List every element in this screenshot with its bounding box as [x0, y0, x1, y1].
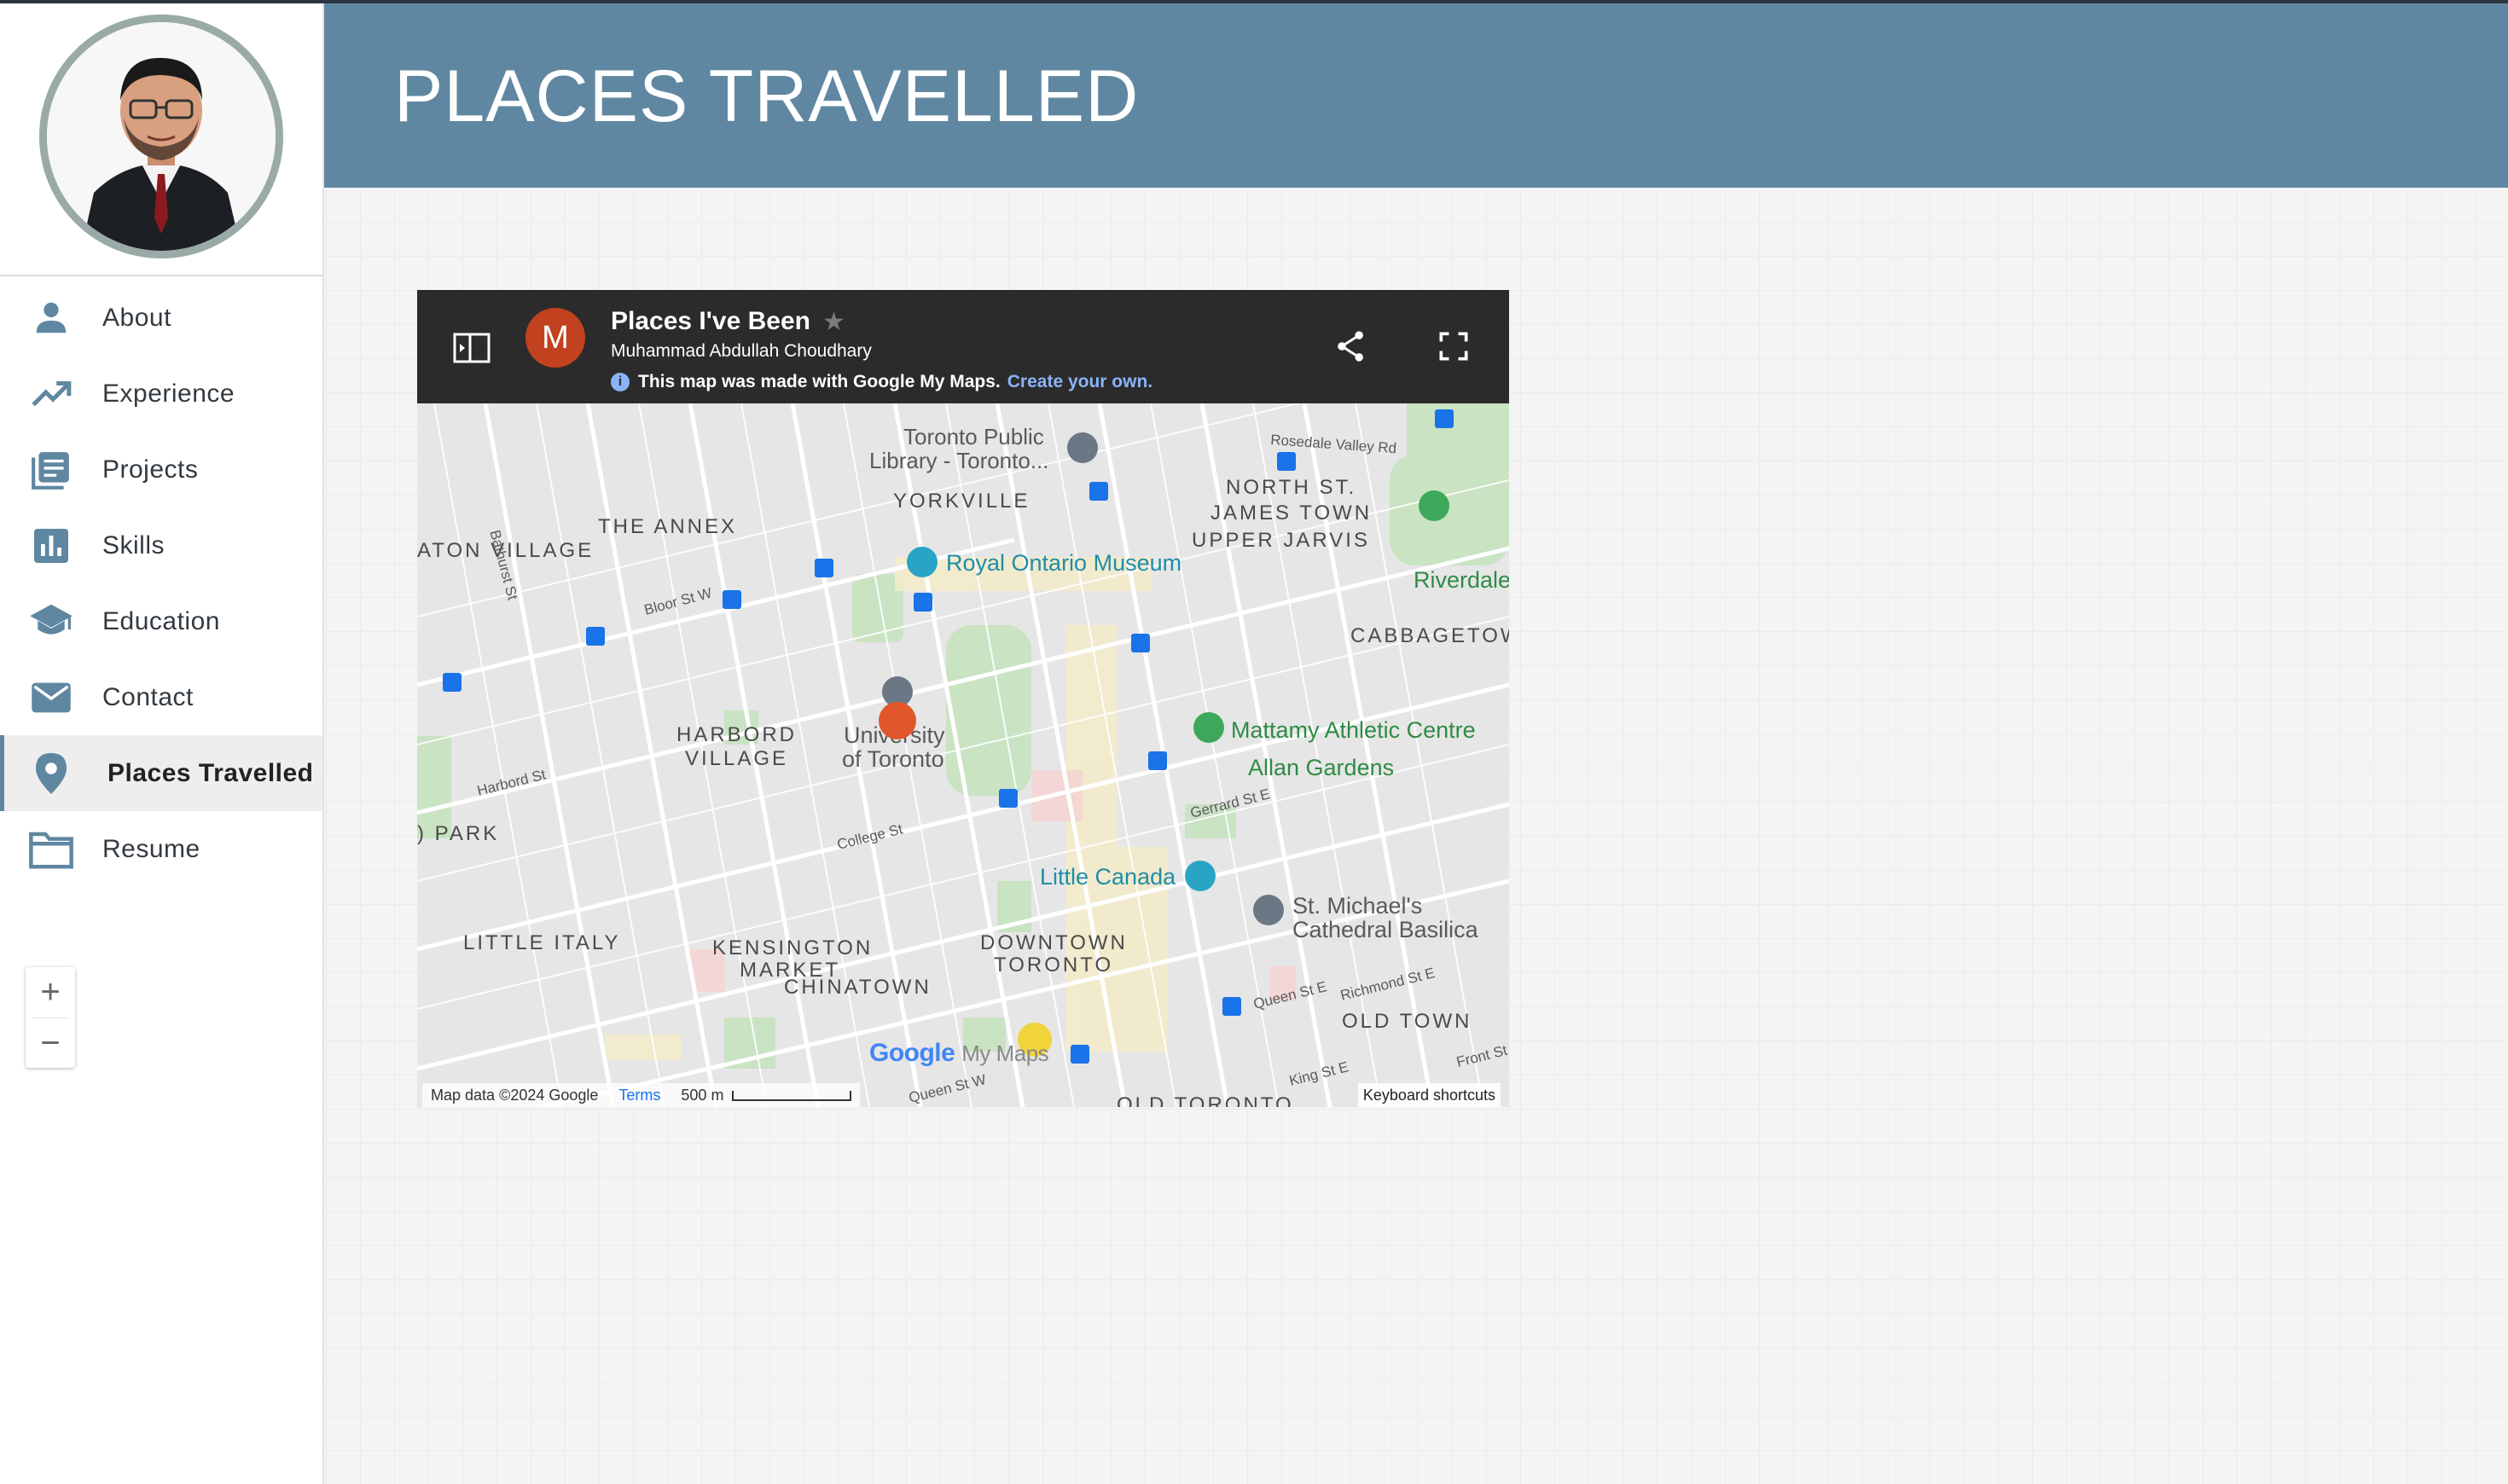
google-my-maps-embed[interactable]: M Places I've Been ★ Muhammad Abdullah C…: [417, 290, 1509, 1107]
graduation-cap-icon: [27, 598, 75, 646]
fullscreen-icon[interactable]: [1435, 328, 1472, 365]
map-info-text: This map was made with Google My Maps.: [638, 372, 1001, 391]
svg-text:Toronto Public: Toronto Public: [903, 424, 1044, 449]
page-header: PLACES TRAVELLED: [324, 3, 2508, 188]
page-title: PLACES TRAVELLED: [394, 55, 1140, 137]
svg-text:Mattamy Athletic Centre: Mattamy Athletic Centre: [1231, 717, 1476, 743]
svg-text:Allan Gardens: Allan Gardens: [1248, 755, 1394, 780]
sidebar-item-contact[interactable]: Contact: [0, 659, 322, 735]
map-info-line: i This map was made with Google My Maps.…: [611, 372, 1152, 392]
svg-text:CHINATOWN: CHINATOWN: [784, 976, 932, 999]
svg-text:UPPER JARVIS: UPPER JARVIS: [1192, 529, 1370, 552]
zoom-in-button[interactable]: +: [26, 967, 75, 1017]
mail-icon: [27, 674, 75, 722]
star-icon[interactable]: ★: [822, 307, 845, 337]
sidebar-item-projects[interactable]: Projects: [0, 432, 322, 507]
profile-photo: [47, 22, 276, 251]
sidebar-item-label: Experience: [102, 379, 235, 408]
svg-text:NORTH ST.: NORTH ST.: [1226, 476, 1356, 499]
profile-section: [0, 3, 322, 276]
zoom-control: + −: [26, 967, 75, 1068]
svg-text:THE ANNEX: THE ANNEX: [598, 515, 737, 538]
google-my-maps-logo: Google My Maps: [869, 1039, 1049, 1068]
zoom-out-button[interactable]: −: [26, 1018, 75, 1069]
svg-text:DOWNTOWN: DOWNTOWN: [980, 931, 1128, 954]
map-attribution: Map data ©2024 Google Terms 500 m: [422, 1083, 861, 1107]
svg-text:of Toronto: of Toronto: [842, 746, 944, 772]
sidebar-item-education[interactable]: Education: [0, 583, 322, 659]
svg-text:LITTLE ITALY: LITTLE ITALY: [463, 931, 621, 954]
map-owner-avatar: M: [525, 308, 585, 368]
sidebar-item-experience[interactable]: Experience: [0, 356, 322, 432]
svg-text:Library - Toronto...: Library - Toronto...: [869, 448, 1049, 473]
sidebar-nav: About Experience Projects Skills Educati…: [0, 276, 322, 887]
svg-text:HARBORD: HARBORD: [676, 723, 797, 746]
scale-text: 500 m: [681, 1086, 724, 1104]
bar-chart-icon: [27, 522, 75, 570]
map-author: Muhammad Abdullah Choudhary: [611, 341, 872, 361]
svg-text:KENSINGTON: KENSINGTON: [712, 936, 873, 959]
svg-text:Little Canada: Little Canada: [1040, 864, 1176, 890]
svg-text:YORKVILLE: YORKVILLE: [893, 490, 1030, 513]
profile-avatar: [39, 14, 283, 258]
scale-label: 500 m: [681, 1086, 852, 1104]
scale-bar: [732, 1090, 852, 1101]
sidebar-item-label: Contact: [102, 682, 194, 711]
sidebar-item-skills[interactable]: Skills: [0, 507, 322, 583]
svg-text:JAMES TOWN: JAMES TOWN: [1210, 501, 1372, 525]
folder-icon: [27, 826, 75, 873]
svg-text:Cathedral Basilica: Cathedral Basilica: [1292, 917, 1479, 942]
sidebar-item-label: Education: [102, 606, 220, 635]
location-pin-icon: [27, 750, 75, 797]
svg-text:VILLAGE: VILLAGE: [685, 747, 788, 770]
info-icon: i: [611, 373, 630, 391]
person-icon: [27, 294, 75, 342]
projects-icon: [27, 446, 75, 494]
map-data-text: Map data ©2024 Google: [431, 1086, 599, 1104]
my-maps-wordmark: My Maps: [961, 1041, 1049, 1066]
sidebar-item-label: Resume: [102, 834, 200, 863]
map-footer: Map data ©2024 Google Terms 500 m Keyboa…: [417, 1081, 1509, 1107]
svg-text:Royal Ontario Museum: Royal Ontario Museum: [946, 550, 1181, 576]
sidebar-item-about[interactable]: About: [0, 280, 322, 356]
svg-text:Riverdale: Riverdale: [1414, 567, 1509, 593]
svg-text:OLD TOWN: OLD TOWN: [1342, 1010, 1472, 1033]
svg-text:CABBAGETOWN: CABBAGETOWN: [1350, 624, 1509, 647]
sidebar-item-label: Skills: [102, 530, 165, 559]
sidebar-item-label: Places Travelled: [107, 758, 314, 787]
legend-toggle-icon[interactable]: [453, 333, 491, 363]
svg-text:St. Michael's: St. Michael's: [1292, 893, 1422, 919]
share-icon[interactable]: [1332, 328, 1370, 365]
create-your-own-link[interactable]: Create your own.: [1007, 372, 1152, 392]
map-title[interactable]: Places I've Been: [611, 307, 810, 336]
trending-up-icon: [27, 370, 75, 418]
svg-text:TORONTO: TORONTO: [994, 954, 1113, 977]
keyboard-shortcuts-link[interactable]: Keyboard shortcuts: [1357, 1083, 1501, 1107]
google-wordmark: Google: [869, 1039, 955, 1067]
sidebar-item-label: About: [102, 303, 171, 332]
sidebar-item-label: Projects: [102, 455, 199, 484]
terms-link[interactable]: Terms: [618, 1087, 660, 1104]
sidebar: About Experience Projects Skills Educati…: [0, 3, 324, 1484]
sidebar-item-resume[interactable]: Resume: [0, 811, 322, 887]
svg-text:) PARK: ) PARK: [417, 822, 499, 845]
map-canvas[interactable]: THE ANNEX YORKVILLE NORTH ST. JAMES TOWN…: [417, 403, 1509, 1107]
map-header-bar: M Places I've Been ★ Muhammad Abdullah C…: [417, 290, 1509, 403]
sidebar-item-places-travelled[interactable]: Places Travelled: [0, 735, 322, 811]
